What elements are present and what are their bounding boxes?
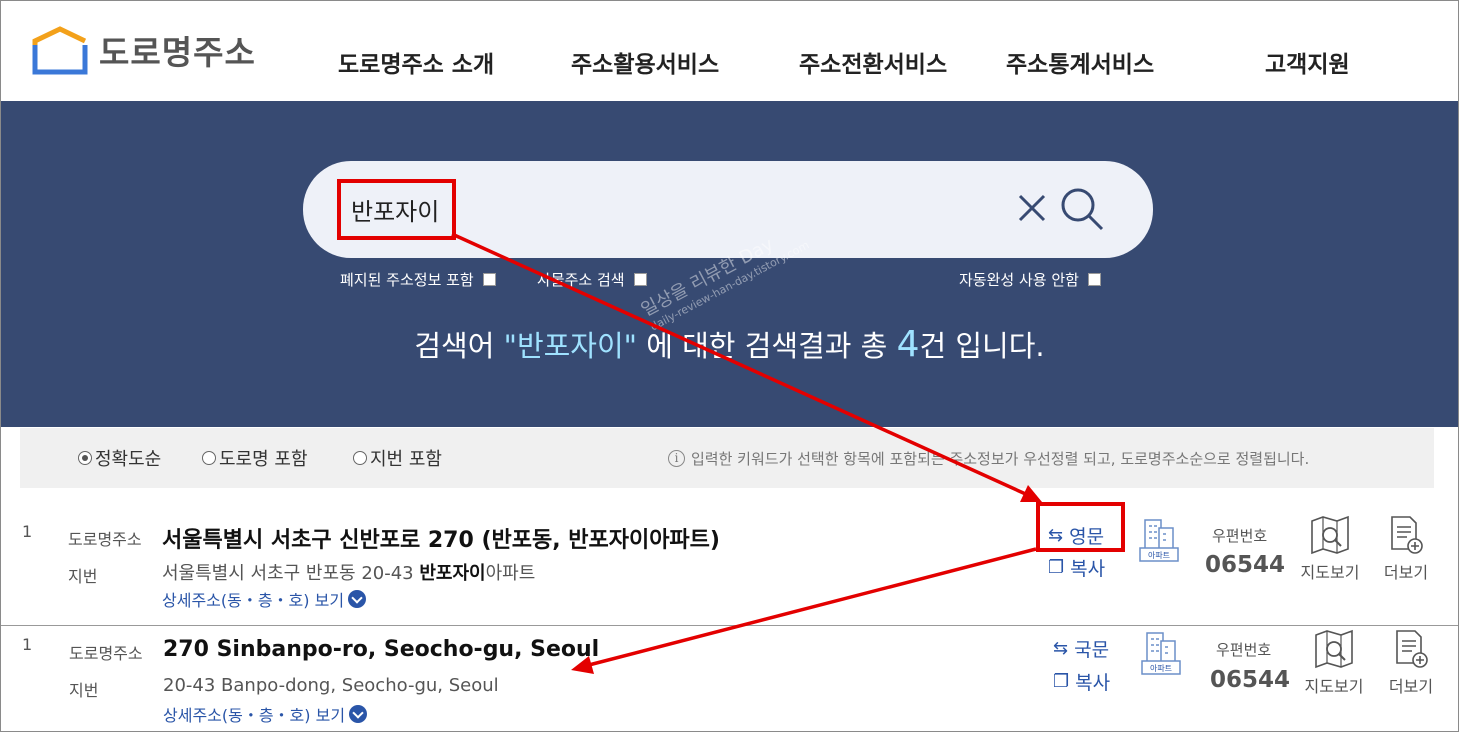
result-mid: 에 대한 검색결과 총 [637,329,897,363]
site-header: 도로명주소 도로명주소 소개 주소활용서비스 주소전환서비스 주소통계서비스 고… [1,1,1458,101]
result-prefix: 검색어 [414,329,504,363]
sort-jibun[interactable]: 지번 포함 [353,445,442,471]
nav-item-conversion[interactable]: 주소전환서비스 [799,45,947,79]
sort-note-text: 입력한 키워드가 선택한 항목에 포함되는 주소정보가 우선정렬 되고, 도로명… [691,450,1310,468]
result-summary: 검색어 "반포자이" 에 대한 검색결과 총 4건 입니다. [1,323,1458,365]
sort-accuracy[interactable]: 정확도순 [78,445,161,471]
option-thing-address-label: 사물주소 검색 [537,271,625,289]
option-autocomplete: 자동완성 사용 안함 [959,269,1101,290]
clear-icon[interactable] [1015,191,1049,225]
map-view-label: 지도보기 [1304,677,1364,696]
result-suffix: 건 입니다. [919,329,1045,363]
document-plus-icon [1396,630,1428,668]
highlight-english-button [1036,502,1125,552]
swap-arrows-icon: ⇆ [1053,638,1069,659]
more-button[interactable]: 더보기 [1385,629,1437,697]
more-label: 더보기 [1383,563,1429,582]
copy-button[interactable]: ❐ 복사 [1048,554,1105,581]
result-row: 1 도로명주소 270 Sinbanpo-ro, Seocho-gu, Seou… [1,625,1458,732]
zip-code: 06544 [1210,667,1291,693]
map-icon [1311,515,1349,555]
option-autocomplete-label: 자동완성 사용 안함 [959,271,1079,289]
search-icon[interactable] [1058,185,1106,233]
apartment-building-icon: 아파트 [1139,518,1179,564]
detail-address-link-label: 상세주소(동・층・호) 보기 [162,591,345,610]
jibun-label: 지번 [68,567,98,586]
zip-code: 06544 [1205,552,1286,578]
option-abolished: 폐지된 주소정보 포함 [340,269,496,290]
sort-road-name-label: 도로명 포함 [219,449,308,470]
copy-button-label: 복사 [1075,672,1111,694]
zip-label: 우편번호 [1212,527,1268,545]
row-number: 1 [22,635,33,654]
copy-button[interactable]: ❐ 복사 [1053,668,1110,695]
result-row: 1 도로명주소 서울특별시 서초구 신반포로 270 (반포동, 반포자이아파트… [1,512,1458,620]
more-button[interactable]: 더보기 [1380,515,1432,583]
korean-button[interactable]: ⇆ 국문 [1053,635,1109,662]
radio-icon [202,451,216,465]
chevron-down-icon [348,590,367,608]
sort-note: i 입력한 키워드가 선택한 항목에 포함되는 주소정보가 우선정렬 되고, 도… [668,448,1309,469]
detail-address-link[interactable]: 상세주소(동・층・호) 보기 [163,702,368,726]
jibun-label: 지번 [69,681,99,700]
sort-bar: 정확도순 도로명 포함 지번 포함 i 입력한 키워드가 선택한 항목에 포함되… [20,428,1434,488]
option-thing-address-checkbox[interactable] [633,273,647,286]
road-address-label: 도로명주소 [68,530,142,549]
road-address-label: 도로명주소 [69,644,143,663]
document-plus-icon [1391,516,1423,554]
row-number: 1 [22,522,33,541]
chevron-down-icon [349,705,368,723]
nav-item-support[interactable]: 고객지원 [1265,45,1350,79]
info-icon: i [668,450,685,467]
nav-item-intro[interactable]: 도로명주소 소개 [338,45,494,79]
detail-address-link-label: 상세주소(동・층・호) 보기 [163,706,346,725]
jibun-address-prefix: 서울특별시 서초구 반포동 20-43 [162,563,420,584]
map-view-label: 지도보기 [1300,563,1360,582]
detail-address-link[interactable]: 상세주소(동・층・호) 보기 [162,587,367,611]
road-address: 서울특별시 서초구 신반포로 270 (반포동, 반포자이아파트) [162,528,720,553]
jibun-address: 서울특별시 서초구 반포동 20-43 반포자이아파트 [162,559,535,585]
sort-road-name[interactable]: 도로명 포함 [202,445,308,471]
apartment-badge-label: 아파트 [1148,550,1170,560]
korean-button-label: 국문 [1074,639,1110,661]
more-label: 더보기 [1388,677,1434,696]
radio-selected-icon [78,451,92,465]
map-icon [1315,629,1353,669]
sort-accuracy-label: 정확도순 [95,449,162,470]
result-keyword: "반포자이" [503,329,638,363]
highlight-search-query [337,179,456,240]
jibun-address: 20-43 Banpo-dong, Seocho-gu, Seoul [163,675,499,696]
road-address: 270 Sinbanpo-ro, Seocho-gu, Seoul [163,637,600,662]
search-hero: 폐지된 주소정보 포함 사물주소 검색 자동완성 사용 안함 검색어 "반포자이… [1,101,1458,427]
apartment-building-icon: 아파트 [1141,631,1181,677]
nav-item-usage[interactable]: 주소활용서비스 [571,45,719,79]
logo-text: 도로명주소 [99,33,256,72]
option-abolished-checkbox[interactable] [482,273,496,286]
map-view-button[interactable]: 지도보기 [1302,629,1366,697]
site-logo[interactable]: 도로명주소 [31,25,256,75]
copy-icon: ❐ [1048,557,1065,578]
jibun-address-keyword: 반포자이 [419,563,486,584]
sort-jibun-label: 지번 포함 [370,449,442,470]
option-abolished-label: 폐지된 주소정보 포함 [340,271,474,289]
apartment-badge-label: 아파트 [1150,663,1172,673]
copy-icon: ❐ [1053,671,1070,692]
house-logo-icon [31,25,89,75]
map-view-button[interactable]: 지도보기 [1298,515,1362,583]
copy-button-label: 복사 [1070,558,1106,580]
radio-icon [353,451,367,465]
jibun-address-suffix: 아파트 [485,563,536,584]
result-count: 4 [896,324,920,365]
option-thing-address: 사물주소 검색 [537,269,647,290]
nav-item-statistics[interactable]: 주소통계서비스 [1006,45,1154,79]
zip-label: 우편번호 [1216,641,1272,659]
option-autocomplete-checkbox[interactable] [1087,273,1101,286]
